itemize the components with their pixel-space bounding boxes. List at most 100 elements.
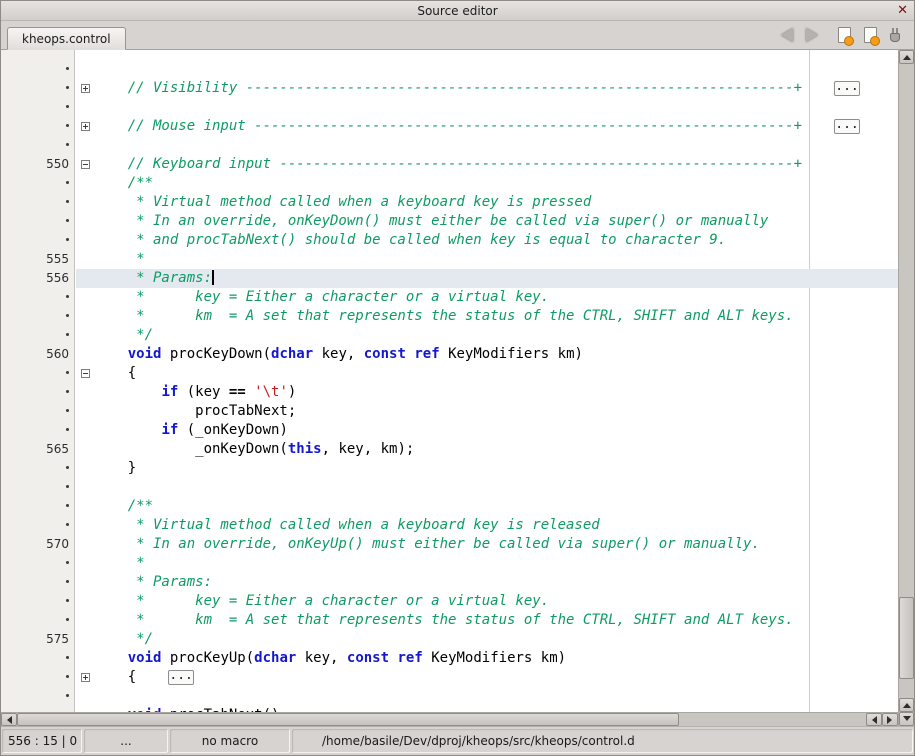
line-number[interactable]: 565 bbox=[1, 440, 76, 459]
code-line[interactable]: 555 * bbox=[1, 250, 898, 269]
code-line[interactable]: */ bbox=[1, 326, 898, 345]
code-line[interactable]: { bbox=[1, 364, 898, 383]
code-line[interactable]: // Visibility --------------------------… bbox=[1, 79, 898, 98]
vertical-scroll-thumb[interactable] bbox=[899, 597, 914, 679]
code-line[interactable]: {... bbox=[1, 668, 898, 687]
code-line[interactable] bbox=[1, 136, 898, 155]
code-line[interactable]: void procKeyUp(dchar key, const ref KeyM… bbox=[1, 649, 898, 668]
code-line[interactable]: 556 * Params: bbox=[1, 269, 898, 288]
fold-collapse-icon[interactable] bbox=[81, 160, 90, 169]
code-line[interactable]: * and procTabNext() should be called whe… bbox=[1, 231, 898, 250]
code-line[interactable] bbox=[1, 60, 898, 79]
code-line[interactable]: 560 void procKeyDown(dchar key, const re… bbox=[1, 345, 898, 364]
gutter-dot[interactable] bbox=[1, 573, 76, 592]
code-line[interactable] bbox=[1, 98, 898, 117]
vertical-scrollbar[interactable] bbox=[898, 50, 914, 726]
back-arrow-icon[interactable] bbox=[774, 28, 793, 42]
gutter-dot[interactable] bbox=[1, 174, 76, 193]
code-line[interactable]: * key = Either a character or a virtual … bbox=[1, 288, 898, 307]
gutter-dot[interactable] bbox=[1, 326, 76, 345]
gutter-dot[interactable] bbox=[1, 98, 76, 117]
fold-collapse-icon[interactable] bbox=[81, 369, 90, 378]
code-line[interactable]: // Mouse input -------------------------… bbox=[1, 117, 898, 136]
fold-expand-icon[interactable] bbox=[81, 84, 90, 93]
code-editor[interactable]: // Visibility --------------------------… bbox=[1, 50, 898, 712]
gutter-dot[interactable] bbox=[1, 288, 76, 307]
gutter-dot[interactable] bbox=[1, 497, 76, 516]
line-number[interactable]: 575 bbox=[1, 630, 76, 649]
gutter-dot[interactable] bbox=[1, 668, 76, 687]
document-orange-dot-icon-2[interactable] bbox=[864, 27, 877, 43]
collapsed-code-box[interactable]: ... bbox=[168, 670, 194, 685]
code-line[interactable]: 575 */ bbox=[1, 630, 898, 649]
gutter-dot[interactable] bbox=[1, 611, 76, 630]
code-line[interactable]: if (key == '\t') bbox=[1, 383, 898, 402]
gutter-dot[interactable] bbox=[1, 706, 76, 712]
gutter-dot[interactable] bbox=[1, 79, 76, 98]
gutter-dot[interactable] bbox=[1, 364, 76, 383]
line-number[interactable]: 570 bbox=[1, 535, 76, 554]
collapsed-code-box[interactable]: ... bbox=[834, 81, 860, 96]
code-line[interactable]: 565 _onKeyDown(this, key, km); bbox=[1, 440, 898, 459]
gutter-dot[interactable] bbox=[1, 193, 76, 212]
gutter-dot[interactable] bbox=[1, 459, 76, 478]
title-bar[interactable]: Source editor ✕ bbox=[1, 1, 914, 21]
code-line[interactable]: procTabNext; bbox=[1, 402, 898, 421]
code-line[interactable]: * bbox=[1, 554, 898, 573]
code-line[interactable]: * Virtual method called when a keyboard … bbox=[1, 193, 898, 212]
fold-column[interactable] bbox=[76, 117, 94, 136]
gutter-dot[interactable] bbox=[1, 592, 76, 611]
code-line[interactable]: 550 // Keyboard input ------------------… bbox=[1, 155, 898, 174]
gutter-dot[interactable] bbox=[1, 60, 76, 79]
gutter-dot[interactable] bbox=[1, 117, 76, 136]
horizontal-scroll-thumb[interactable] bbox=[17, 713, 679, 726]
scroll-up-button-2[interactable] bbox=[899, 698, 914, 712]
gutter-dot[interactable] bbox=[1, 383, 76, 402]
code-line[interactable]: /** bbox=[1, 174, 898, 193]
code-line[interactable] bbox=[1, 687, 898, 706]
code-line[interactable]: * Virtual method called when a keyboard … bbox=[1, 516, 898, 535]
scroll-left-button[interactable] bbox=[1, 713, 17, 726]
gutter-dot[interactable] bbox=[1, 231, 76, 250]
code-line[interactable]: 570 * In an override, onKeyUp() must eit… bbox=[1, 535, 898, 554]
gutter-dot[interactable] bbox=[1, 516, 76, 535]
gutter-dot[interactable] bbox=[1, 478, 76, 497]
vertical-scroll-track[interactable] bbox=[899, 64, 914, 698]
fold-expand-icon[interactable] bbox=[81, 122, 90, 131]
code-line[interactable]: * km = A set that represents the status … bbox=[1, 307, 898, 326]
document-orange-dot-icon[interactable] bbox=[838, 27, 851, 43]
gutter-dot[interactable] bbox=[1, 649, 76, 668]
horizontal-scroll-track[interactable] bbox=[17, 713, 866, 726]
line-number[interactable]: 550 bbox=[1, 155, 76, 174]
scroll-down-button[interactable] bbox=[899, 712, 914, 726]
tab-kheops-control[interactable]: kheops.control bbox=[7, 27, 126, 50]
gutter-dot[interactable] bbox=[1, 136, 76, 155]
horizontal-scrollbar[interactable] bbox=[1, 712, 898, 726]
gutter-dot[interactable] bbox=[1, 554, 76, 573]
collapsed-code-box[interactable]: ... bbox=[834, 119, 860, 134]
fold-expand-icon[interactable] bbox=[81, 673, 90, 682]
code-line[interactable]: } bbox=[1, 459, 898, 478]
code-line[interactable]: * In an override, onKeyDown() must eithe… bbox=[1, 212, 898, 231]
code-line[interactable] bbox=[1, 478, 898, 497]
code-line[interactable]: /** bbox=[1, 497, 898, 516]
code-line[interactable]: if (_onKeyDown) bbox=[1, 421, 898, 440]
fold-column[interactable] bbox=[76, 155, 94, 174]
plug-icon[interactable] bbox=[890, 33, 900, 42]
code-line[interactable]: * km = A set that represents the status … bbox=[1, 611, 898, 630]
line-number[interactable]: 555 bbox=[1, 250, 76, 269]
fold-column[interactable] bbox=[76, 668, 94, 687]
code-line[interactable]: * Params: bbox=[1, 573, 898, 592]
line-number[interactable]: 560 bbox=[1, 345, 76, 364]
gutter-dot[interactable] bbox=[1, 307, 76, 326]
gutter-dot[interactable] bbox=[1, 212, 76, 231]
scroll-up-button[interactable] bbox=[899, 50, 914, 64]
fold-column[interactable] bbox=[76, 364, 94, 383]
scroll-right-button[interactable] bbox=[882, 713, 898, 726]
fold-column[interactable] bbox=[76, 79, 94, 98]
gutter-dot[interactable] bbox=[1, 421, 76, 440]
scroll-left-button-2[interactable] bbox=[866, 713, 882, 726]
code-line[interactable]: * key = Either a character or a virtual … bbox=[1, 592, 898, 611]
close-icon[interactable]: ✕ bbox=[897, 3, 908, 19]
gutter-dot[interactable] bbox=[1, 687, 76, 706]
